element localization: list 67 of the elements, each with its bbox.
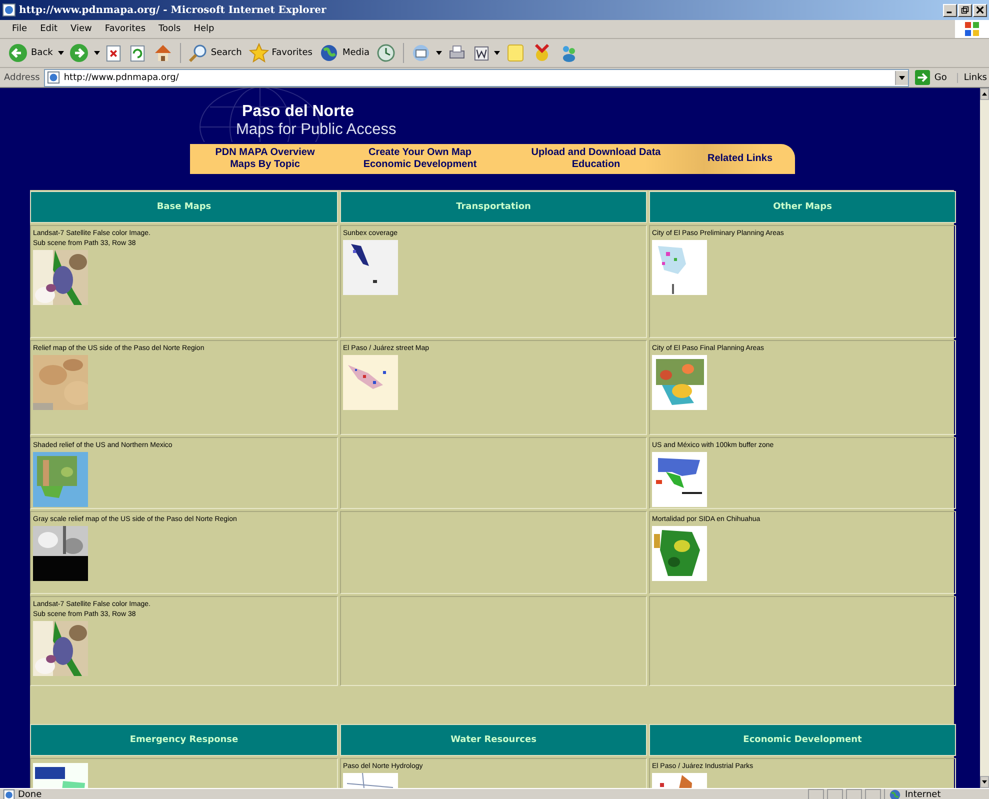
links-button[interactable]: Links bbox=[956, 72, 989, 82]
scroll-down-icon bbox=[982, 780, 987, 784]
window-title: http://www.pdnmapa.org/ - Microsoft Internet Explorer bbox=[19, 4, 328, 16]
back-button[interactable]: Back bbox=[6, 41, 55, 65]
column-header: Water Resources bbox=[340, 724, 647, 756]
address-label: Address bbox=[4, 72, 40, 82]
go-button[interactable]: Go bbox=[913, 70, 953, 85]
status-pane bbox=[808, 789, 824, 799]
dropdown-arrow-icon[interactable] bbox=[494, 51, 500, 55]
scroll-up-icon bbox=[982, 92, 987, 96]
globe-icon bbox=[319, 43, 340, 63]
dropdown-button[interactable] bbox=[895, 70, 908, 84]
nav-link[interactable]: Upload and Download Data bbox=[531, 147, 661, 159]
menu-item[interactable]: Help bbox=[188, 24, 220, 34]
minimize-button[interactable] bbox=[943, 4, 957, 16]
security-zone: Internet bbox=[905, 790, 941, 799]
address-field[interactable]: http://www.pdnmapa.org/ bbox=[44, 68, 910, 86]
dropdown-arrow-icon[interactable] bbox=[436, 51, 442, 55]
status-pane bbox=[827, 789, 843, 799]
menu-item[interactable]: File bbox=[6, 24, 34, 34]
scroll-down-button[interactable] bbox=[980, 776, 989, 788]
arrow-icon bbox=[915, 70, 930, 85]
column-header: Emergency Response bbox=[30, 724, 338, 756]
media-button[interactable]: Media bbox=[317, 41, 372, 65]
restore-icon bbox=[961, 6, 969, 14]
note-icon bbox=[505, 43, 526, 63]
scroll-up-button[interactable] bbox=[980, 88, 989, 100]
scrollbar[interactable] bbox=[980, 88, 989, 788]
column-header: Economic Development bbox=[649, 724, 956, 756]
close-icon bbox=[976, 6, 984, 14]
menu-item[interactable]: Favorites bbox=[98, 24, 152, 34]
nav-link[interactable]: Related Links bbox=[707, 153, 773, 165]
site-subtitle: Maps for Public Access bbox=[236, 121, 398, 138]
status-pane bbox=[865, 789, 881, 799]
star-icon bbox=[248, 43, 269, 63]
nav-link[interactable]: Economic Development bbox=[363, 159, 477, 171]
page-icon bbox=[46, 71, 60, 84]
home-icon bbox=[152, 43, 173, 63]
favorites-button[interactable]: Favorites bbox=[246, 41, 314, 65]
restore-button[interactable] bbox=[958, 4, 972, 16]
status-pane bbox=[846, 789, 862, 799]
nav-link[interactable]: PDN MAPA Overview bbox=[215, 147, 315, 159]
close-button[interactable] bbox=[973, 4, 987, 16]
stop-icon bbox=[104, 44, 122, 62]
clock-icon bbox=[376, 43, 396, 63]
nav-link[interactable]: Create Your Own Map bbox=[368, 147, 472, 159]
page-icon bbox=[2, 3, 16, 17]
windows-logo-icon bbox=[964, 21, 980, 37]
envelope-icon bbox=[411, 43, 432, 63]
status-text: Done bbox=[18, 790, 43, 799]
caret-icon bbox=[899, 76, 906, 80]
menu-item[interactable]: View bbox=[64, 24, 98, 34]
column-header: Base Maps bbox=[30, 191, 338, 223]
menu-item[interactable]: Tools bbox=[152, 24, 187, 34]
search-icon bbox=[188, 43, 208, 63]
menu-item[interactable]: Edit bbox=[34, 24, 64, 34]
refresh-icon bbox=[128, 44, 146, 62]
column-header: Other Maps bbox=[649, 191, 956, 223]
site-title: Paso del Norte bbox=[242, 102, 356, 121]
column-header: Transportation bbox=[340, 191, 647, 223]
dropdown-arrow-icon[interactable] bbox=[58, 51, 64, 55]
globe-icon bbox=[889, 789, 901, 799]
search-button[interactable]: Search bbox=[186, 41, 244, 65]
document-icon bbox=[474, 46, 490, 60]
nav-link[interactable]: Education bbox=[572, 159, 620, 171]
dropdown-arrow-icon[interactable] bbox=[94, 51, 100, 55]
nav-link[interactable]: Maps By Topic bbox=[230, 159, 300, 171]
